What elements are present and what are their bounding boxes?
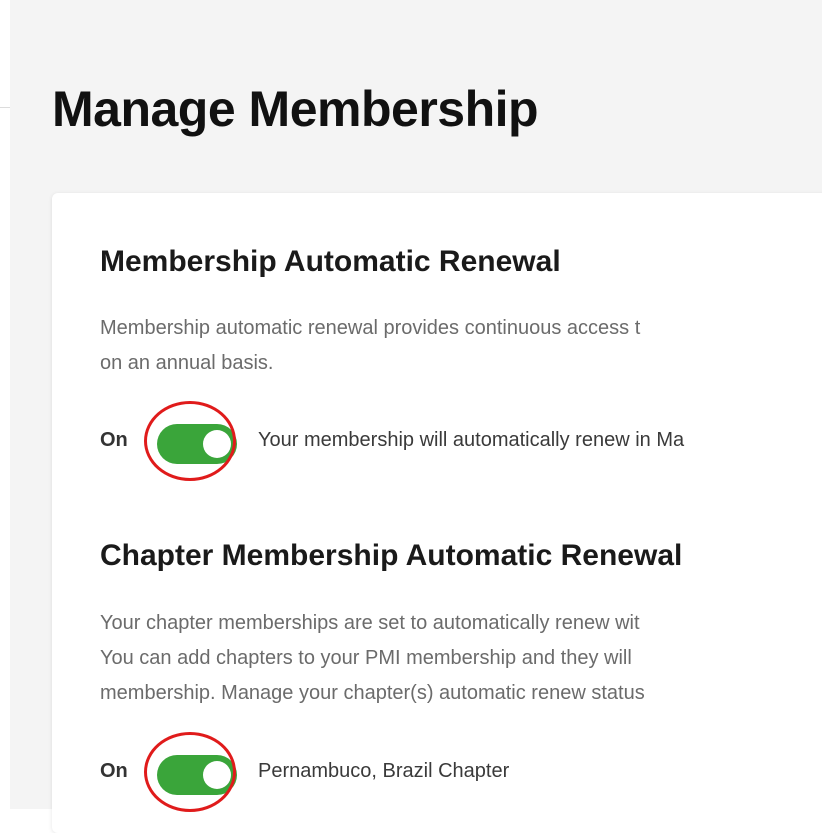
chapter-renewal-description-line-2: You can add chapters to your PMI members… <box>100 647 632 669</box>
chapter-renewal-description-line-3: membership. Manage your chapter(s) autom… <box>100 682 645 704</box>
membership-renewal-title: Membership Automatic Renewal <box>100 245 561 278</box>
chapter-renewal-toggle-label: On <box>100 760 128 782</box>
chapter-renewal-description-line-1: Your chapter memberships are set to auto… <box>100 612 640 634</box>
membership-renewal-status: Your membership will automatically renew… <box>258 429 685 451</box>
left-divider <box>0 107 10 108</box>
chapter-renewal-title: Chapter Membership Automatic Renewal <box>100 539 683 572</box>
page-title: Manage Membership <box>52 81 539 137</box>
chapter-name: Pernambuco, Brazil Chapter <box>258 760 510 782</box>
toggle-highlight-annotation <box>144 732 236 812</box>
toggle-highlight-annotation <box>144 401 236 481</box>
membership-renewal-toggle-label: On <box>100 429 128 451</box>
membership-renewal-description-line-1: Membership automatic renewal provides co… <box>100 317 641 339</box>
membership-renewal-description-line-2: on an annual basis. <box>100 352 274 374</box>
